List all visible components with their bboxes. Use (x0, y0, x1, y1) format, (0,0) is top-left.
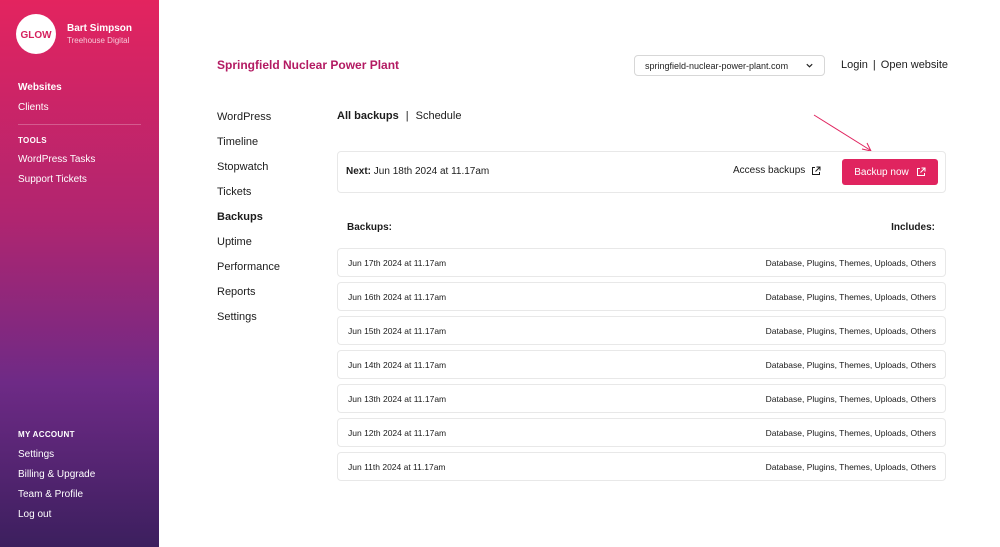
backup-row[interactable]: Jun 12th 2024 at 11.17am Database, Plugi… (337, 418, 946, 447)
subnav-uptime[interactable]: Uptime (217, 236, 252, 249)
sidebar-item-team-profile[interactable]: Team & Profile (18, 489, 83, 501)
backup-tabs: All backups | Schedule (337, 110, 461, 122)
brand: GLOW Bart Simpson Treehouse Digital (16, 14, 132, 54)
open-website-link[interactable]: Open website (881, 59, 948, 71)
subnav-wordpress[interactable]: WordPress (217, 111, 271, 124)
sidebar-item-wordpress-tasks[interactable]: WordPress Tasks (18, 154, 95, 166)
sidebar-item-clients[interactable]: Clients (18, 102, 49, 114)
glow-logo-wordmark: GLOW (20, 30, 52, 41)
domain-select-value: springfield-nuclear-power-plant.com (645, 60, 789, 71)
next-backup-value: Jun 18th 2024 at 11.17am (373, 166, 490, 177)
sidebar-section-my-account: MY ACCOUNT (18, 430, 75, 439)
arrow-icon (813, 114, 872, 152)
sidebar: GLOW Bart Simpson Treehouse Digital Webs… (0, 0, 159, 547)
backup-now-label: Backup now (854, 166, 909, 178)
includes-column-header: Includes: (891, 222, 935, 233)
next-backup-text: Next: Jun 18th 2024 at 11.17am (346, 166, 489, 177)
backup-includes: Database, Plugins, Themes, Uploads, Othe… (765, 394, 936, 404)
tab-schedule[interactable]: Schedule (416, 110, 462, 122)
login-link[interactable]: Login (841, 59, 868, 71)
user-name: Bart Simpson (67, 22, 133, 34)
backup-row[interactable]: Jun 15th 2024 at 11.17am Database, Plugi… (337, 316, 946, 345)
backup-row[interactable]: Jun 14th 2024 at 11.17am Database, Plugi… (337, 350, 946, 379)
backup-includes: Database, Plugins, Themes, Uploads, Othe… (765, 360, 936, 370)
backup-row[interactable]: Jun 13th 2024 at 11.17am Database, Plugi… (337, 384, 946, 413)
backup-includes: Database, Plugins, Themes, Uploads, Othe… (765, 462, 936, 472)
backup-date: Jun 14th 2024 at 11.17am (348, 360, 447, 370)
page-title: Springfield Nuclear Power Plant (217, 58, 400, 72)
subnav-stopwatch[interactable]: Stopwatch (217, 161, 268, 174)
domain-select[interactable]: springfield-nuclear-power-plant.com (634, 55, 825, 76)
tab-separator: | (405, 110, 409, 122)
backup-date: Jun 16th 2024 at 11.17am (348, 292, 447, 302)
access-backups-label: Access backups (733, 165, 806, 176)
backup-date: Jun 17th 2024 at 11.17am (348, 258, 447, 268)
backups-column-header: Backups: (347, 222, 393, 233)
access-backups-link[interactable]: Access backups (733, 165, 821, 176)
backup-includes: Database, Plugins, Themes, Uploads, Othe… (765, 326, 936, 336)
svg-text:GLOW: GLOW (20, 30, 52, 41)
header-separator: | (872, 59, 876, 71)
backups-list: Jun 17th 2024 at 11.17am Database, Plugi… (337, 248, 946, 486)
subnav-settings[interactable]: Settings (217, 311, 257, 324)
backup-includes: Database, Plugins, Themes, Uploads, Othe… (765, 428, 936, 438)
sidebar-item-billing[interactable]: Billing & Upgrade (18, 469, 95, 481)
backup-row[interactable]: Jun 17th 2024 at 11.17am Database, Plugi… (337, 248, 946, 277)
external-link-icon (812, 166, 821, 175)
backup-row[interactable]: Jun 16th 2024 at 11.17am Database, Plugi… (337, 282, 946, 311)
sidebar-item-logout[interactable]: Log out (18, 509, 51, 521)
sidebar-item-websites[interactable]: Websites (18, 82, 62, 94)
backup-date: Jun 13th 2024 at 11.17am (348, 394, 447, 404)
backup-date: Jun 15th 2024 at 11.17am (348, 326, 447, 336)
backup-row[interactable]: Jun 11th 2024 at 11.17am Database, Plugi… (337, 452, 946, 481)
glow-logo[interactable]: GLOW (16, 14, 56, 54)
subnav-timeline[interactable]: Timeline (217, 136, 258, 149)
next-backup-card: Next: Jun 18th 2024 at 11.17am Access ba… (337, 151, 946, 193)
sidebar-divider (18, 124, 141, 125)
subnav-performance[interactable]: Performance (217, 261, 280, 274)
next-backup-label: Next: (346, 166, 372, 177)
header-links: Login | Open website (841, 59, 948, 71)
chevron-down-icon (806, 63, 813, 68)
backup-includes: Database, Plugins, Themes, Uploads, Othe… (765, 292, 936, 302)
user-info: Bart Simpson Treehouse Digital (67, 23, 132, 46)
external-link-icon (916, 167, 926, 176)
sidebar-section-tools: TOOLS (18, 136, 47, 145)
backup-includes: Database, Plugins, Themes, Uploads, Othe… (765, 258, 936, 268)
tab-all-backups[interactable]: All backups (337, 110, 399, 122)
subnav-reports[interactable]: Reports (217, 286, 256, 299)
sidebar-item-settings[interactable]: Settings (18, 449, 54, 461)
subnav-backups[interactable]: Backups (217, 211, 263, 224)
subnav-tickets[interactable]: Tickets (217, 186, 251, 199)
backup-date: Jun 11th 2024 at 11.17am (348, 462, 446, 472)
backup-now-button[interactable]: Backup now (842, 159, 938, 185)
backup-date: Jun 12th 2024 at 11.17am (348, 428, 447, 438)
sidebar-item-support-tickets[interactable]: Support Tickets (18, 174, 87, 186)
user-org: Treehouse Digital (67, 35, 130, 45)
